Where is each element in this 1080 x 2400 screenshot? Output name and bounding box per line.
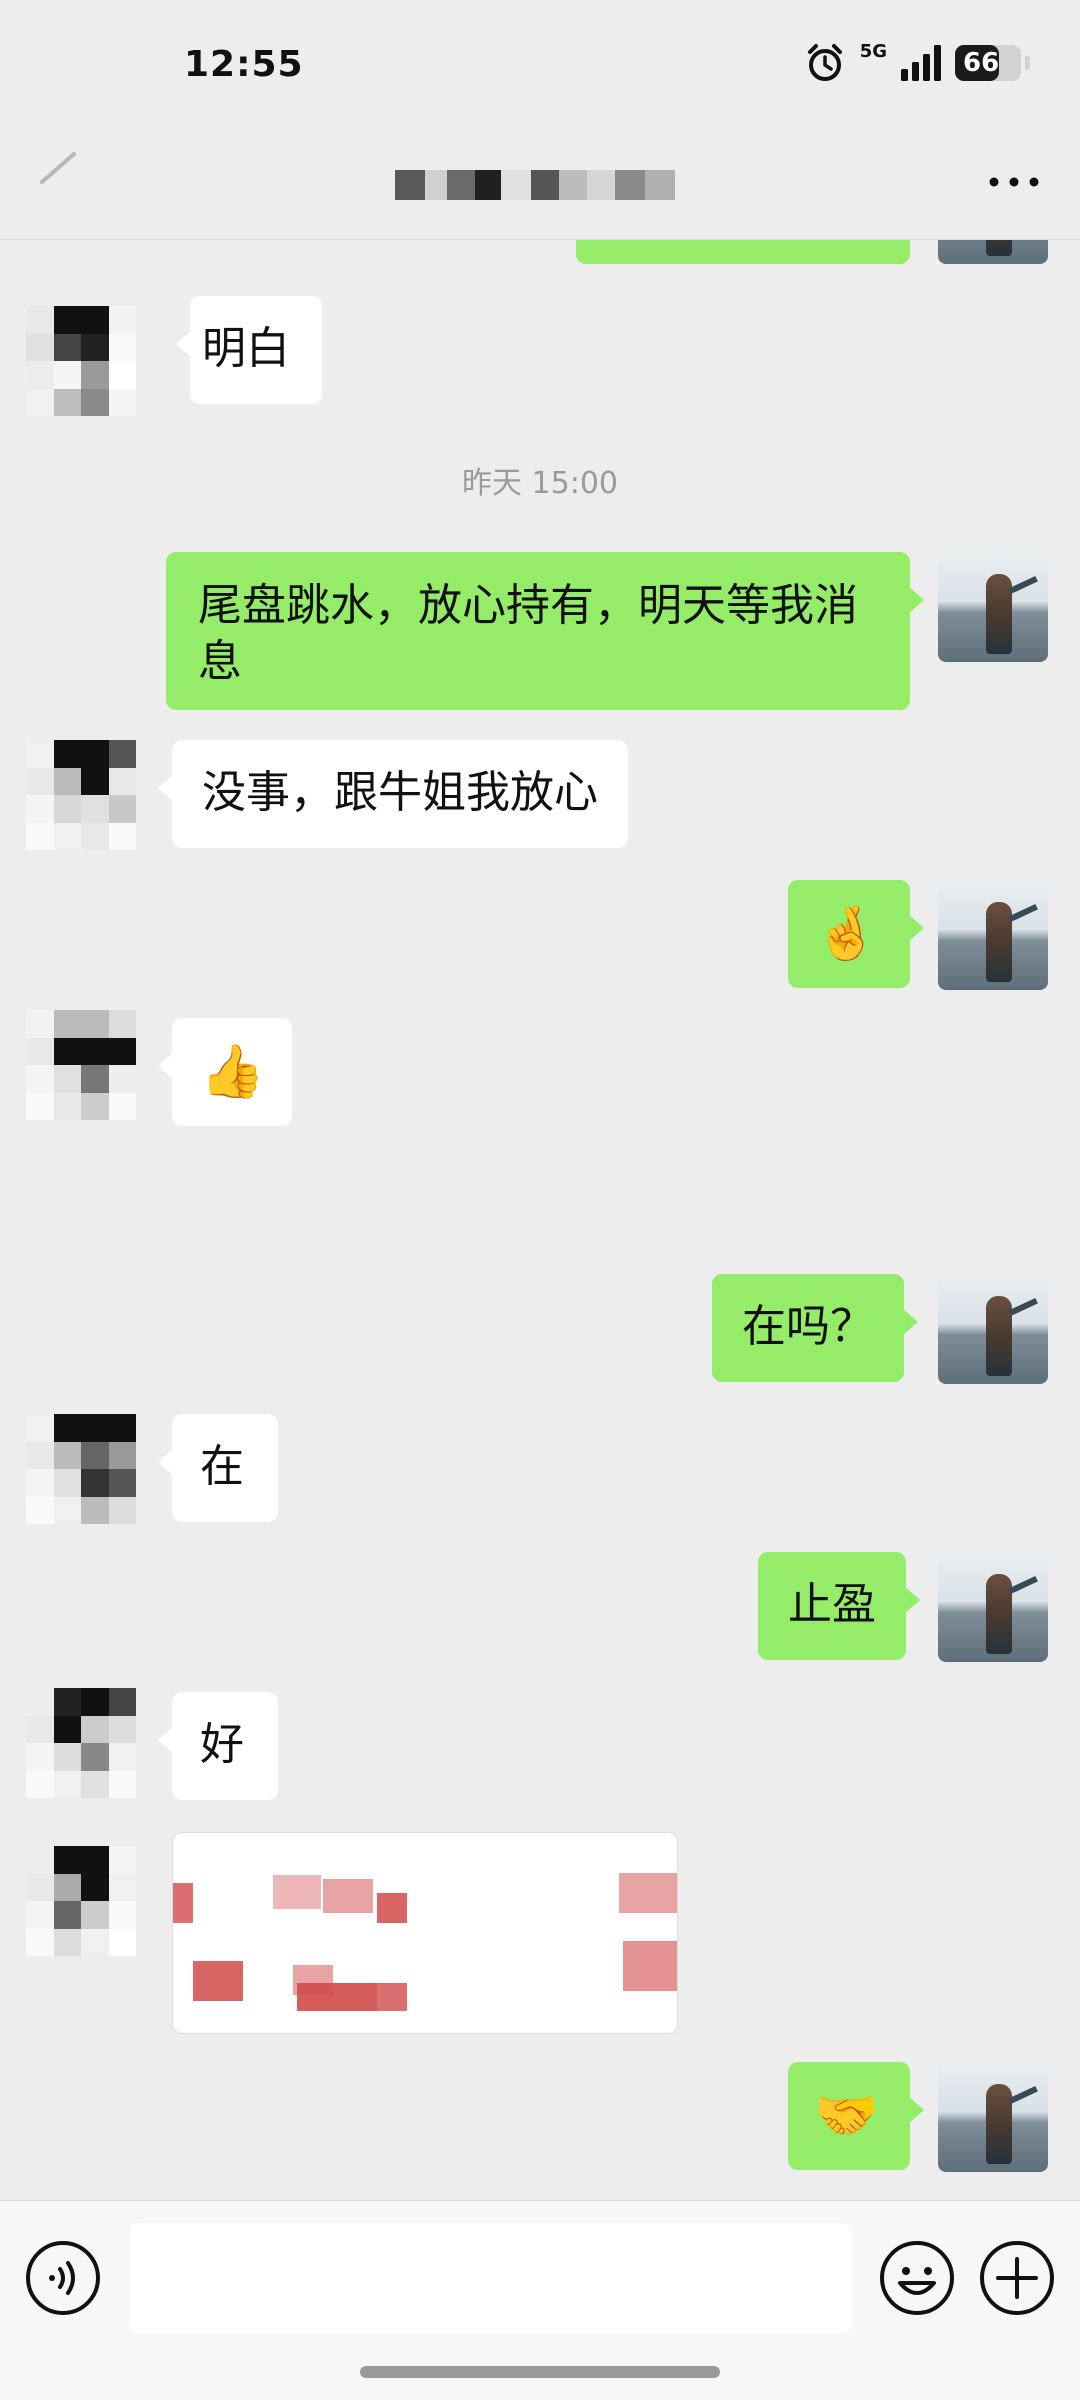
battery-indicator: 66 xyxy=(955,45,1021,81)
battery-percent: 66 xyxy=(963,48,1000,78)
voice-icon[interactable] xyxy=(24,2239,102,2317)
message-timestamp: 昨天 15:00 xyxy=(462,466,618,501)
message-list[interactable]: 明白 昨天 15:00 尾盘跳水，放心持有，明天等我消息 没事，跟牛姐我放心 🤞… xyxy=(0,240,1080,2200)
chat-header xyxy=(0,130,1080,240)
message-bubble-out[interactable]: 止盈 xyxy=(758,1552,920,1660)
message-bubble-in[interactable]: 👍 xyxy=(158,1018,292,1126)
message-input[interactable] xyxy=(130,2223,852,2333)
message-bubble-out[interactable]: 尾盘跳水，放心持有，明天等我消息 xyxy=(166,552,924,710)
emoji-crossed-fingers: 🤞 xyxy=(814,904,879,964)
my-avatar[interactable] xyxy=(938,1552,1048,1662)
status-time: 12:55 xyxy=(184,44,304,85)
contact-avatar[interactable] xyxy=(26,1414,136,1524)
alarm-icon xyxy=(807,44,842,81)
my-avatar[interactable] xyxy=(938,2062,1048,2172)
emoji-icon[interactable] xyxy=(878,2239,956,2317)
message-text: 尾盘跳水，放心持有，明天等我消息 xyxy=(198,580,858,687)
my-avatar[interactable] xyxy=(938,1274,1048,1384)
battery-cap xyxy=(1025,56,1030,70)
message-bubble-in[interactable]: 明白 xyxy=(176,296,322,404)
contact-avatar[interactable] xyxy=(26,1688,136,1798)
message-bubble-in[interactable]: 没事，跟牛姐我放心 xyxy=(158,740,628,848)
message-bubble-out[interactable]: 在吗？ xyxy=(712,1274,918,1382)
message-bubble-out[interactable] xyxy=(576,240,924,264)
status-indicators: 5G 66 xyxy=(804,40,1030,84)
status-bar: 12:55 5G 66 xyxy=(0,0,1080,130)
my-avatar[interactable] xyxy=(938,552,1048,662)
message-text: 止盈 xyxy=(788,1579,876,1630)
signal-icon xyxy=(901,45,941,81)
emoji-handshake: 🤝 xyxy=(814,2086,879,2146)
my-avatar[interactable] xyxy=(938,880,1048,990)
contact-avatar[interactable] xyxy=(26,1846,136,1956)
emoji-thumbs-up: 👍 xyxy=(200,1042,265,1102)
message-bubble-out[interactable]: 🤝 xyxy=(788,2062,924,2170)
message-bubble-out[interactable]: 🤞 xyxy=(788,880,924,988)
contact-avatar[interactable] xyxy=(26,306,136,416)
plus-icon[interactable] xyxy=(978,2239,1056,2317)
contact-name-blurred xyxy=(395,170,685,206)
my-avatar[interactable] xyxy=(938,240,1048,264)
contact-avatar[interactable] xyxy=(26,740,136,850)
back-arrow-icon[interactable] xyxy=(34,148,84,198)
message-text: 在吗？ xyxy=(742,1301,874,1352)
message-bubble-in[interactable]: 好 xyxy=(158,1692,278,1800)
more-icon[interactable] xyxy=(984,172,1044,192)
message-text: 没事，跟牛姐我放心 xyxy=(202,767,598,818)
network-label: 5G xyxy=(859,40,887,62)
message-text: 在 xyxy=(200,1441,244,1492)
home-indicator[interactable] xyxy=(360,2366,720,2378)
image-message-blurred[interactable] xyxy=(172,1832,678,2034)
message-text: 明白 xyxy=(202,323,290,374)
message-text: 好 xyxy=(200,1719,244,1770)
message-bubble-in[interactable]: 在 xyxy=(158,1414,278,1522)
contact-avatar[interactable] xyxy=(26,1010,136,1120)
